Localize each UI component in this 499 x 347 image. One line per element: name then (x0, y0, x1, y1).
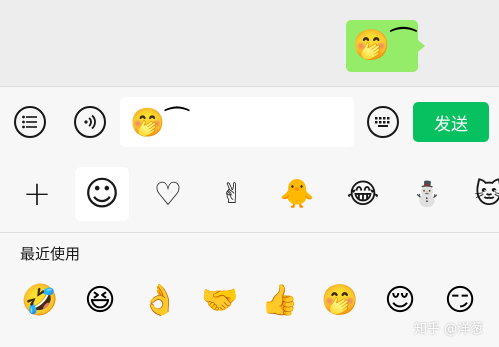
doll-sticker-tab[interactable]: ⛄ (400, 167, 454, 221)
laughing-sticker-tab[interactable]: 😂 (336, 167, 390, 221)
handshake-emoji[interactable]: 🤝 (198, 279, 242, 323)
voice-button[interactable] (74, 106, 106, 138)
sticker-tab-bar: + ☺ ♡ ✌ 🐥 😂 ⛄ 🐱 (0, 157, 499, 232)
draft-sticker: 🤭 ⁀ (130, 105, 188, 139)
keyboard-icon (375, 117, 390, 127)
relieved-emoji[interactable]: 😌 (378, 279, 422, 323)
victory-hand-icon: ✌ (220, 177, 244, 210)
heart-icon: ♡ (153, 175, 183, 213)
hand-over-mouth-emoji[interactable]: 🤭 (318, 279, 362, 323)
voice-icon (84, 114, 96, 130)
thumbs-up-emoji[interactable]: 👍 (258, 279, 302, 323)
message-sticker: 🤭 ⁀ (352, 28, 415, 63)
message-input[interactable]: 🤭 ⁀ (120, 97, 354, 147)
chick-sticker-tab[interactable]: 🐥 (270, 167, 324, 221)
plus-icon: + (22, 174, 52, 214)
chat-area: 🤭 ⁀ (0, 0, 499, 86)
doll-icon: ⛄ (412, 180, 442, 208)
rofl-emoji[interactable]: 🤣 (18, 279, 62, 323)
cat-sticker-tab[interactable]: 🐱 (462, 167, 499, 221)
laughing-face-icon: 😂 (346, 177, 380, 210)
add-tab[interactable]: + (10, 167, 64, 221)
sent-message-bubble[interactable]: 🤭 ⁀ (346, 20, 425, 72)
list-icon (22, 115, 37, 129)
cat-icon: 🐱 (474, 177, 499, 210)
keyboard-button[interactable] (367, 106, 399, 138)
gesture-sticker-tab[interactable]: ✌ (205, 167, 259, 221)
smiley-icon: ☺ (84, 174, 120, 214)
input-bar: 🤭 ⁀ 发送 (0, 86, 499, 157)
emoji-tab[interactable]: ☺ (75, 167, 129, 221)
favorites-tab[interactable]: ♡ (141, 167, 195, 221)
watermark: 知乎 @洋葱 (414, 322, 484, 337)
grinning-squint-emoji[interactable]: 😆 (78, 279, 122, 323)
list-button[interactable] (14, 106, 46, 138)
smirk-emoji[interactable]: 😏 (438, 279, 482, 323)
send-button[interactable]: 发送 (413, 102, 489, 142)
recent-section-label: 最近使用 (20, 245, 81, 263)
ok-hand-emoji[interactable]: 👌 (138, 279, 182, 323)
chick-icon: 🐥 (279, 177, 315, 210)
